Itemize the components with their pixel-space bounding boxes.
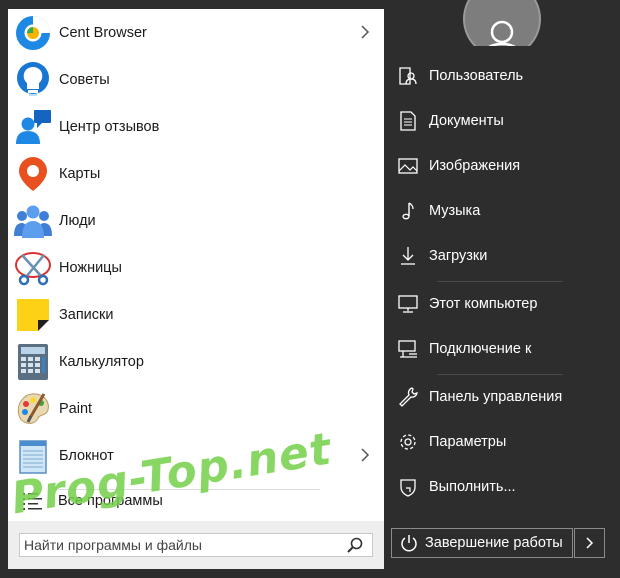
- place-label: Параметры: [429, 434, 507, 450]
- app-tips[interactable]: Советы: [8, 56, 384, 103]
- chevron-right-icon[interactable]: [358, 24, 372, 40]
- maps-pin-icon: [13, 154, 53, 194]
- shutdown-button[interactable]: Завершение работы: [391, 528, 573, 558]
- search-area: [8, 521, 384, 569]
- paint-palette-icon: [13, 389, 53, 429]
- shutdown-options-button[interactable]: [574, 528, 605, 558]
- place-label: Музыка: [429, 203, 481, 219]
- tips-lightbulb-icon: [13, 60, 53, 100]
- people-icon: [13, 201, 53, 241]
- app-label: Советы: [59, 71, 110, 88]
- place-downloads[interactable]: Загрузки: [392, 236, 608, 276]
- settings-gear-icon: [397, 431, 419, 453]
- feedback-hub-icon: [13, 107, 53, 147]
- app-people[interactable]: Люди: [8, 197, 384, 244]
- pictures-icon: [397, 155, 419, 177]
- place-label: Панель управления: [429, 389, 563, 405]
- place-connect-to[interactable]: Подключение к: [392, 329, 608, 369]
- connect-to-network-icon: [397, 338, 419, 360]
- place-label: Выполнить...: [429, 479, 516, 495]
- place-music[interactable]: Музыка: [392, 191, 608, 231]
- app-snipping-tool[interactable]: Ножницы: [8, 244, 384, 291]
- app-cent-browser[interactable]: Cent Browser: [8, 9, 384, 56]
- place-label: Документы: [429, 113, 504, 129]
- all-programs-label: Все программы: [58, 493, 163, 509]
- place-label: Этот компьютер: [429, 296, 538, 312]
- app-label: Cent Browser: [59, 24, 147, 41]
- app-feedback-hub[interactable]: Центр отзывов: [8, 103, 384, 150]
- power-icon: [401, 535, 417, 552]
- app-paint[interactable]: Paint: [8, 385, 384, 432]
- place-label: Подключение к: [429, 341, 532, 357]
- place-this-computer[interactable]: Этот компьютер: [392, 284, 608, 324]
- search-box[interactable]: [19, 533, 373, 557]
- programs-panel: Cent Browser Советы Центр отзывов Карты …: [8, 9, 384, 569]
- user-folder-icon: [397, 65, 419, 87]
- computer-monitor-icon: [397, 293, 419, 315]
- search-icon[interactable]: [346, 536, 364, 554]
- start-menu: Cent Browser Советы Центр отзывов Карты …: [0, 0, 620, 578]
- place-label: Пользователь: [429, 68, 524, 84]
- place-documents[interactable]: Документы: [392, 101, 608, 141]
- shutdown-label: Завершение работы: [425, 535, 563, 551]
- place-user[interactable]: Пользователь: [392, 56, 608, 96]
- app-calculator[interactable]: Калькулятор: [8, 338, 384, 385]
- place-label: Изображения: [429, 158, 521, 174]
- control-panel-wrench-icon: [397, 386, 419, 408]
- app-label: Карты: [59, 165, 101, 182]
- app-label: Ножницы: [59, 259, 122, 276]
- divider: [437, 374, 563, 375]
- place-pictures[interactable]: Изображения: [392, 146, 608, 186]
- app-notepad[interactable]: Блокнот: [8, 432, 384, 479]
- documents-icon: [397, 110, 419, 132]
- place-label: Загрузки: [429, 248, 488, 264]
- place-settings[interactable]: Параметры: [392, 422, 608, 462]
- app-label: Записки: [59, 306, 114, 323]
- place-control-panel[interactable]: Панель управления: [392, 377, 608, 417]
- sticky-notes-icon: [13, 295, 53, 335]
- app-label: Центр отзывов: [59, 118, 160, 135]
- search-input[interactable]: [24, 535, 346, 555]
- download-arrow-icon: [397, 245, 419, 267]
- run-shield-icon: [397, 476, 419, 498]
- user-avatar[interactable]: [463, 0, 541, 46]
- app-label: Калькулятор: [59, 353, 144, 370]
- app-sticky-notes[interactable]: Записки: [8, 291, 384, 338]
- app-label: Люди: [59, 212, 96, 229]
- app-label: Paint: [59, 400, 93, 417]
- music-note-icon: [397, 200, 419, 222]
- chevron-right-icon[interactable]: [358, 447, 372, 463]
- app-maps[interactable]: Карты: [8, 150, 384, 197]
- calculator-icon: [13, 342, 53, 382]
- chevron-right-icon: [585, 537, 593, 549]
- all-programs-button[interactable]: Все программы: [8, 485, 384, 517]
- snipping-scissors-icon: [13, 248, 53, 288]
- all-programs-list-icon: [23, 493, 42, 510]
- user-avatar-icon: [463, 0, 541, 46]
- app-label: Блокнот: [59, 447, 114, 464]
- divider: [437, 281, 563, 282]
- notepad-icon: [13, 436, 53, 476]
- cent-browser-icon: [13, 13, 53, 53]
- place-run[interactable]: Выполнить...: [392, 467, 608, 507]
